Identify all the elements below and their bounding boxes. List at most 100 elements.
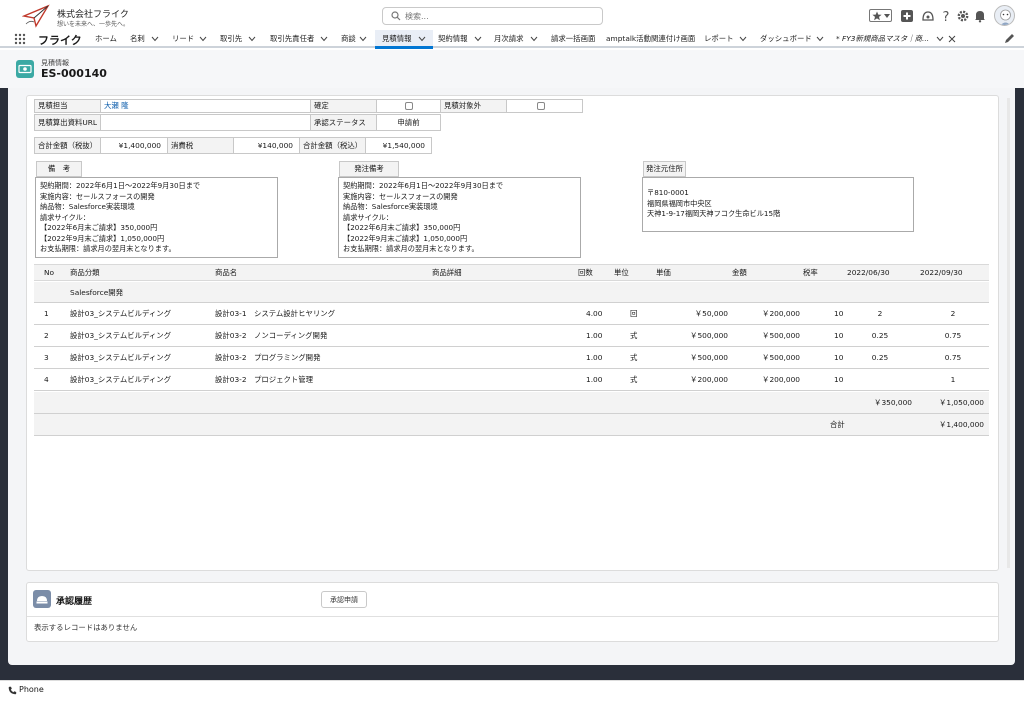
url-value[interactable]	[100, 114, 311, 131]
col-qty: 回数	[578, 268, 593, 277]
close-tab-icon[interactable]	[948, 35, 956, 43]
tab-product-master[interactable]: * FY3新規商品マスタ｜商...	[836, 30, 936, 48]
cell-price: ￥50,000	[694, 309, 728, 318]
col-no: No	[44, 268, 55, 277]
tab-bulk-billing[interactable]: 請求一括画面	[551, 30, 595, 48]
chevron-down-icon[interactable]	[199, 36, 207, 42]
line-items-header	[34, 264, 989, 281]
paper-plane-logo-icon[interactable]	[22, 4, 50, 28]
chevron-down-icon[interactable]	[248, 36, 256, 42]
tax-label: 消費税	[167, 137, 234, 154]
chevron-down-icon[interactable]	[151, 36, 159, 42]
chevron-down-icon[interactable]	[530, 36, 538, 42]
col-product: 商品名	[215, 268, 238, 277]
cell-month-1: 0.25	[871, 353, 889, 362]
tab-accounts[interactable]: 取引先	[220, 30, 242, 48]
submit-for-approval-button[interactable]: 承認申請	[321, 591, 367, 608]
chevron-down-icon[interactable]	[936, 36, 944, 42]
total-row: 合計 ￥1,400,000	[34, 414, 989, 436]
approval-status-label: 承認ステータス	[310, 114, 377, 131]
subtotal-month-1: ￥350,000	[874, 398, 912, 407]
cell-qty: 1.00	[586, 353, 603, 362]
table-row[interactable]: 4 設計03_システムビルディング 設計03-2 プロジェクト管理 1.00 式…	[34, 369, 989, 391]
col-month-2: 2022/09/30	[920, 268, 963, 277]
cell-no: 3	[44, 353, 49, 362]
help-icon[interactable]: ?	[939, 9, 953, 23]
col-month-1: 2022/06/30	[847, 268, 890, 277]
table-row[interactable]: 3 設計03_システムビルディング 設計03-2 プログラミング開発 1.00 …	[34, 347, 989, 369]
money-icon	[18, 64, 32, 74]
chevron-down-icon[interactable]	[739, 36, 747, 42]
chevron-down-icon[interactable]	[474, 36, 482, 42]
approval-stamp-icon	[36, 596, 48, 604]
app-navigation-bar: フライク ホーム 名刺 リード 取引先 取引先責任者 商談 見積情報 契約情報 …	[0, 30, 1024, 49]
phone-icon[interactable]	[8, 686, 17, 695]
tab-amptalk[interactable]: amptalk活動関連付け画面	[606, 30, 695, 48]
chevron-down-icon	[884, 14, 890, 18]
app-launcher-icon[interactable]	[14, 33, 26, 45]
chevron-down-icon[interactable]	[418, 36, 426, 42]
add-icon[interactable]	[900, 9, 914, 23]
cell-no: 4	[44, 375, 49, 384]
cell-unit: 式	[630, 353, 638, 362]
chevron-down-icon[interactable]	[816, 36, 824, 42]
subtotal-month-2: ￥1,050,000	[938, 398, 984, 407]
app-name: フライク	[38, 34, 82, 47]
excluded-checkbox[interactable]	[537, 102, 545, 110]
tab-contacts[interactable]: 取引先責任者	[270, 30, 314, 48]
cell-unit: 式	[630, 375, 638, 384]
global-header: 株式会社フライク 想いを未来へ、一歩先へ。 ?	[0, 0, 1024, 30]
record-page-header	[0, 50, 1024, 88]
total-incl-tax-value: ¥1,540,000	[365, 137, 432, 154]
tab-reports[interactable]: レポート	[704, 30, 734, 48]
star-icon	[872, 11, 882, 21]
svg-text:?: ?	[943, 10, 950, 23]
favorites-button[interactable]	[869, 9, 892, 22]
cell-amount: ￥200,000	[762, 375, 800, 384]
cell-unit: 回	[630, 309, 638, 318]
chevron-down-icon[interactable]	[359, 36, 367, 42]
confirmed-checkbox[interactable]	[405, 102, 413, 110]
gear-icon[interactable]	[956, 9, 970, 23]
estimator-label: 見積担当	[34, 99, 101, 113]
cell-unit: 式	[630, 331, 638, 340]
vertical-scrollbar[interactable]	[1007, 98, 1010, 568]
cell-qty: 1.00	[586, 375, 603, 384]
total-excl-tax-value: ¥1,400,000	[100, 137, 168, 154]
cell-category: 設計03_システムビルディング	[70, 331, 172, 340]
pencil-edit-icon[interactable]	[1004, 33, 1015, 44]
cell-price: ￥500,000	[690, 353, 728, 362]
approval-icon	[33, 590, 51, 608]
tab-contracts[interactable]: 契約情報	[438, 30, 468, 48]
phone-utility-label[interactable]: Phone	[19, 685, 44, 694]
cell-month-2: 0.75	[944, 353, 962, 362]
cell-month-1: 2	[877, 309, 883, 318]
cell-qty: 4.00	[586, 309, 603, 318]
cell-price: ￥200,000	[690, 375, 728, 384]
tab-monthly-billing[interactable]: 月次請求	[494, 30, 524, 48]
tab-home[interactable]: ホーム	[95, 30, 117, 48]
chevron-down-icon[interactable]	[320, 36, 328, 42]
table-row[interactable]: 2 設計03_システムビルディング 設計03-2 ノンコーディング開発 1.00…	[34, 325, 989, 347]
tab-opportunities[interactable]: 商談	[341, 30, 356, 48]
tab-leads[interactable]: リード	[172, 30, 194, 48]
cell-tax: 10	[834, 309, 844, 318]
bell-icon[interactable]	[973, 9, 987, 23]
cell-category: 設計03_システムビルディング	[70, 309, 172, 318]
table-row[interactable]: 1 設計03_システムビルディング 設計03-1 システム設計ヒヤリング 4.0…	[34, 303, 989, 325]
tab-business-cards[interactable]: 名刺	[130, 30, 145, 48]
address-label: 発注元住所	[643, 161, 686, 177]
divider	[27, 616, 998, 617]
group-row: Salesforce開発	[34, 282, 989, 303]
excluded-label: 見積対象外	[440, 99, 507, 113]
trailhead-icon[interactable]	[921, 9, 935, 23]
user-avatar[interactable]	[994, 5, 1015, 26]
tab-dashboards[interactable]: ダッシュボード	[760, 30, 812, 48]
search-icon	[391, 11, 401, 21]
utility-bar	[0, 680, 1024, 702]
cell-price: ￥500,000	[690, 331, 728, 340]
group-label: Salesforce開発	[70, 288, 124, 297]
global-search-input[interactable]	[382, 7, 603, 25]
cell-amount: ￥500,000	[762, 353, 800, 362]
estimator-link[interactable]: 大瀬 隆	[100, 99, 311, 113]
